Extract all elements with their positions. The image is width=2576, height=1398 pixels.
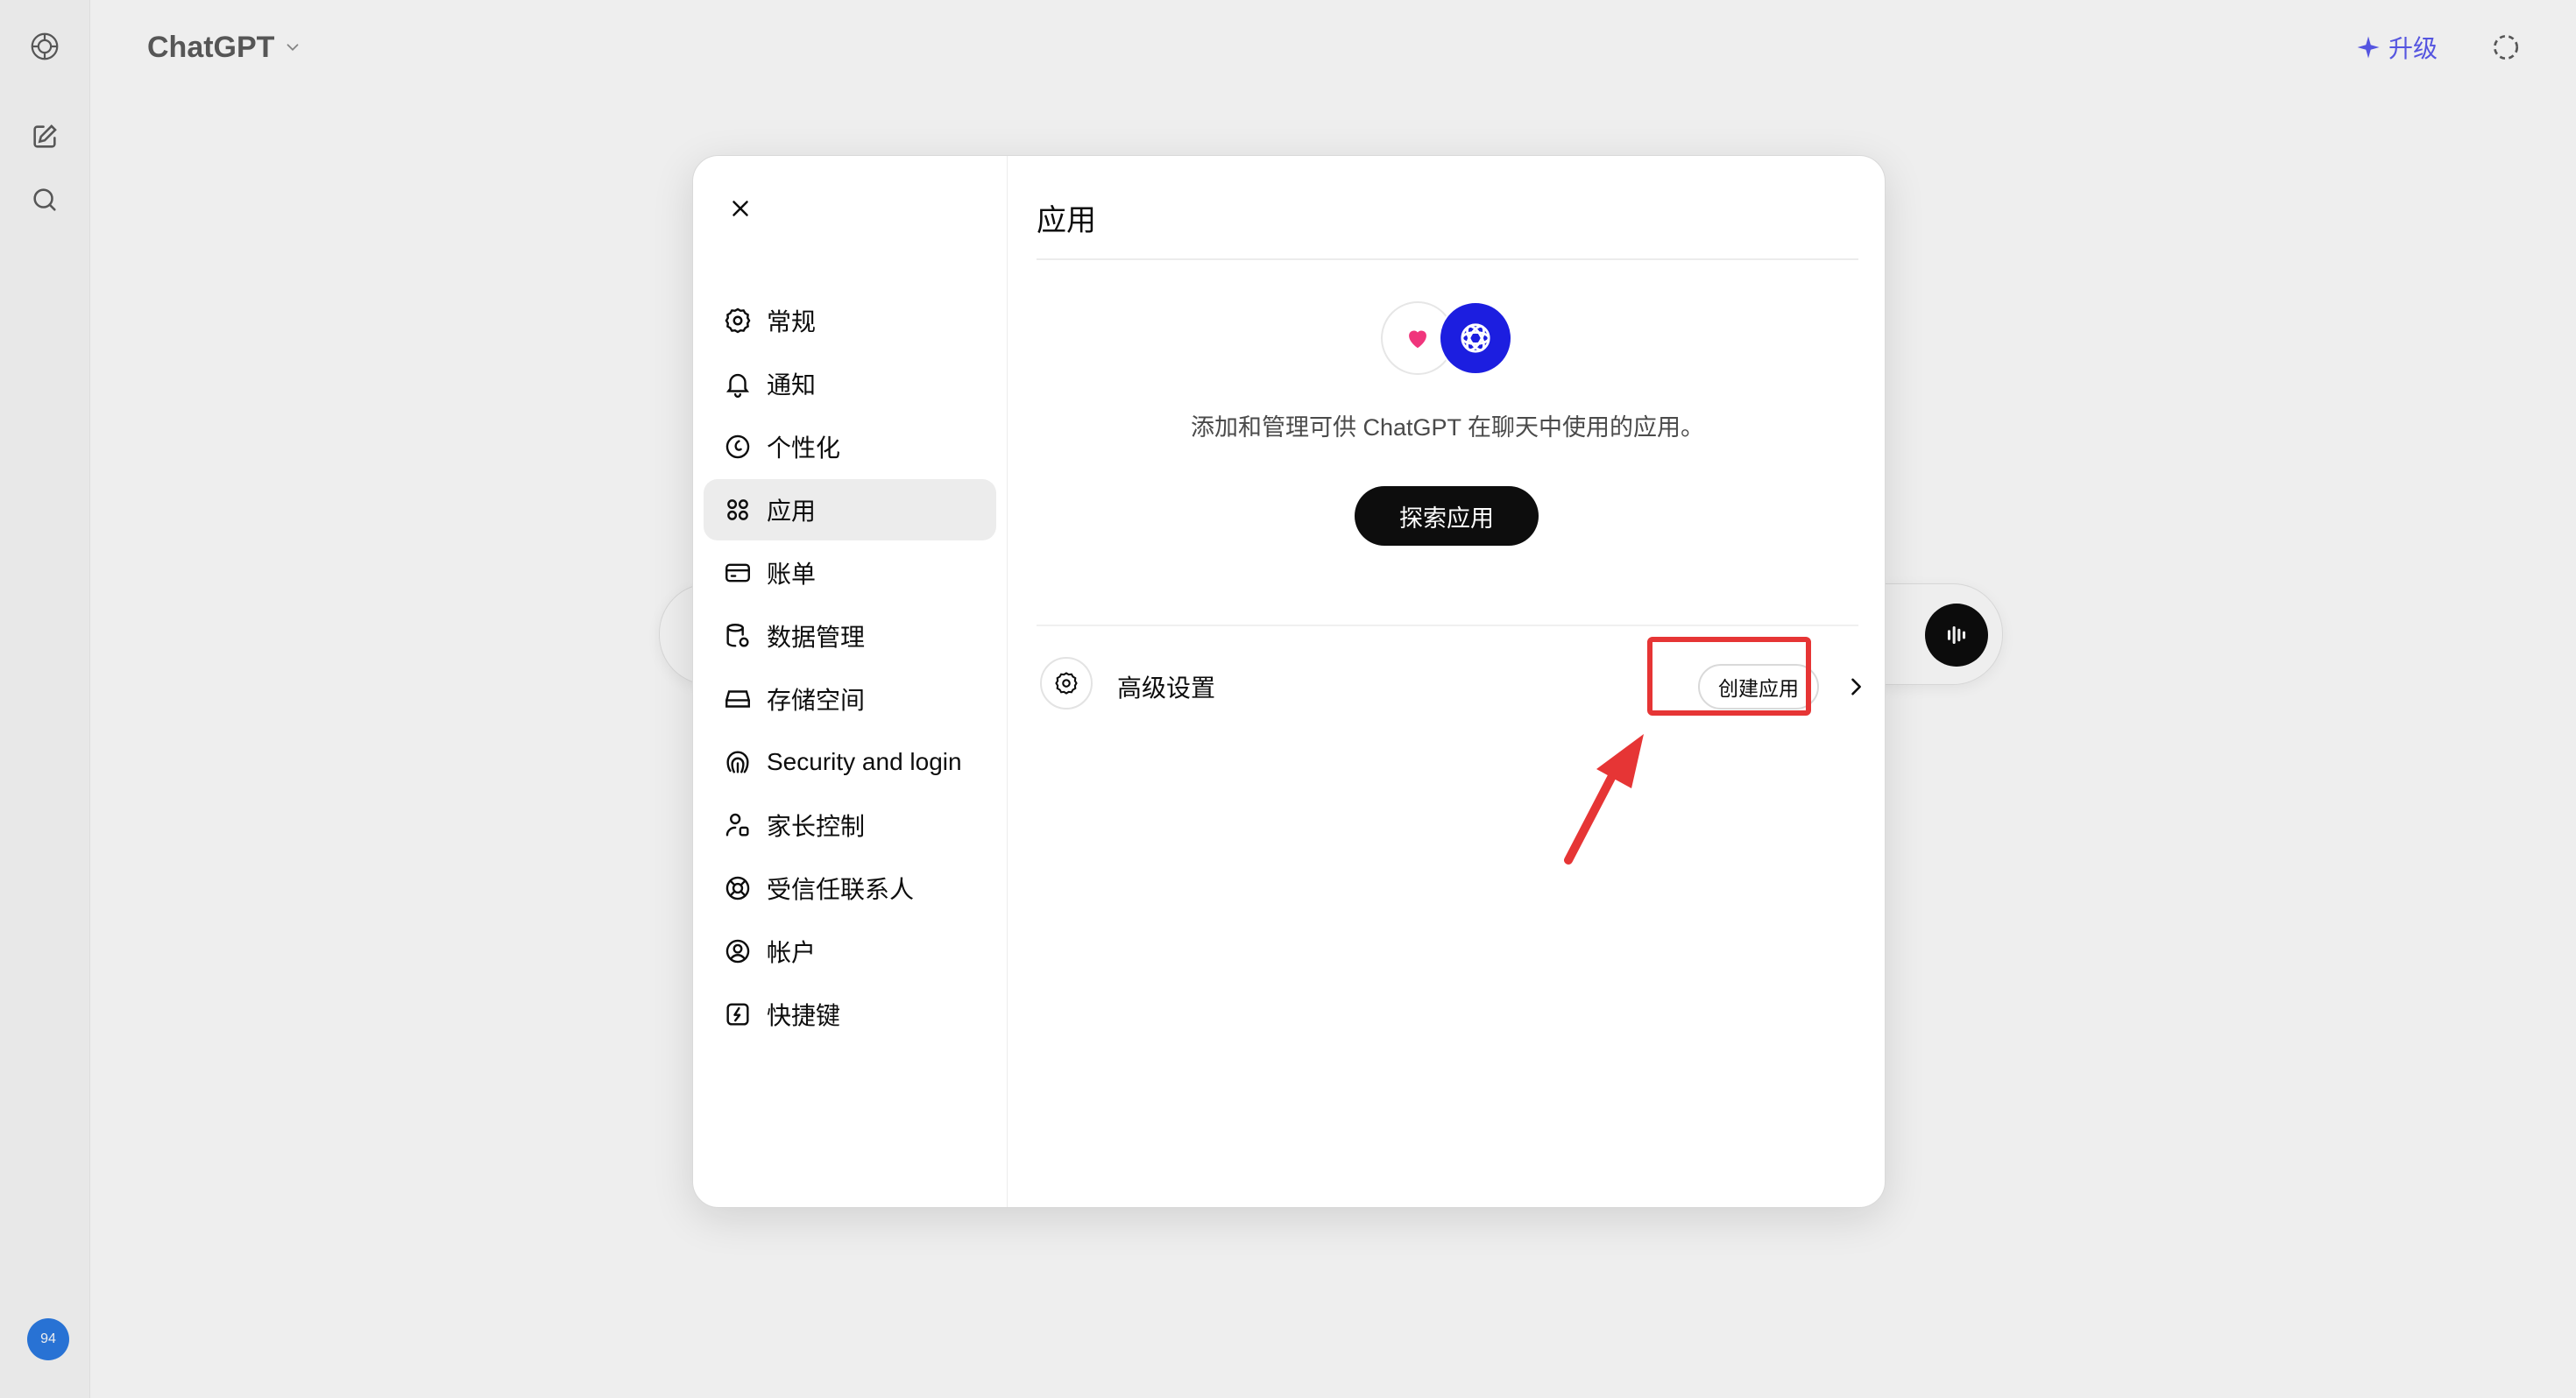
- chevron-right-icon[interactable]: [1838, 669, 1873, 704]
- sidebar-item-notifications[interactable]: 通知: [704, 353, 996, 414]
- close-icon: [732, 201, 748, 216]
- sidebar-item-label: 通知: [767, 371, 817, 399]
- sidebar-item-shortcuts[interactable]: 快捷键: [704, 984, 996, 1045]
- annotation-highlight-box: [1647, 637, 1811, 716]
- sidebar-item-account[interactable]: 帐户: [704, 921, 996, 982]
- settings-sidebar: 常规 通知 个性化 应用 账单 数据管理 存储空间 Security and l…: [693, 156, 1008, 1207]
- sidebar-item-label: 常规: [767, 308, 817, 335]
- sidebar-item-storage[interactable]: 存储空间: [704, 668, 996, 730]
- sidebar-item-label: 应用: [767, 498, 817, 525]
- credit-card-icon: [723, 558, 753, 588]
- apps-description: 添加和管理可供 ChatGPT 在聊天中使用的应用。: [1190, 414, 1705, 441]
- user-circle-icon: [723, 936, 753, 966]
- close-button[interactable]: [714, 182, 767, 235]
- sidebar-item-parental-controls[interactable]: 家长控制: [704, 794, 996, 856]
- sidebar-item-label: 数据管理: [767, 624, 866, 651]
- advanced-settings-label: 高级设置: [1117, 674, 1216, 702]
- parent-user-icon: [723, 810, 753, 840]
- sidebar-item-label: 帐户: [767, 939, 817, 966]
- gear-icon: [723, 306, 753, 335]
- lifebuoy-icon: [723, 873, 753, 903]
- apps-grid-icon: [723, 495, 753, 525]
- gear-icon: [1040, 657, 1093, 710]
- openai-logo-icon: [1439, 301, 1512, 375]
- database-gear-icon: [723, 621, 753, 651]
- sidebar-item-security[interactable]: Security and login: [704, 731, 996, 793]
- divider: [1037, 625, 1858, 626]
- sidebar-item-label: Security and login: [767, 748, 962, 775]
- personalization-icon: [723, 432, 753, 462]
- sidebar-item-trusted-contacts[interactable]: 受信任联系人: [704, 858, 996, 919]
- sidebar-item-label: 存储空间: [767, 687, 866, 714]
- sidebar-item-label: 账单: [767, 561, 817, 588]
- sidebar-item-data-controls[interactable]: 数据管理: [704, 605, 996, 667]
- sidebar-item-label: 家长控制: [767, 813, 866, 840]
- settings-nav: 常规 通知 个性化 应用 账单 数据管理 存储空间 Security and l…: [704, 290, 996, 1047]
- lightning-key-icon: [723, 999, 753, 1029]
- sidebar-item-billing[interactable]: 账单: [704, 542, 996, 604]
- bell-icon: [723, 369, 753, 399]
- sidebar-item-label: 个性化: [767, 434, 841, 462]
- sidebar-item-personalization[interactable]: 个性化: [704, 416, 996, 477]
- annotation-arrow-icon: [1564, 734, 1644, 865]
- apps-logos: [1381, 301, 1514, 375]
- sidebar-item-apps[interactable]: 应用: [704, 479, 996, 540]
- fingerprint-icon: [723, 747, 753, 777]
- sidebar-item-general[interactable]: 常规: [704, 290, 996, 351]
- page-title: 应用: [1037, 204, 1096, 237]
- explore-apps-button[interactable]: 探索应用: [1355, 486, 1539, 546]
- sidebar-item-label: 快捷键: [767, 1002, 841, 1029]
- sidebar-item-label: 受信任联系人: [767, 876, 915, 903]
- storage-drive-icon: [723, 684, 753, 714]
- divider: [1037, 258, 1858, 260]
